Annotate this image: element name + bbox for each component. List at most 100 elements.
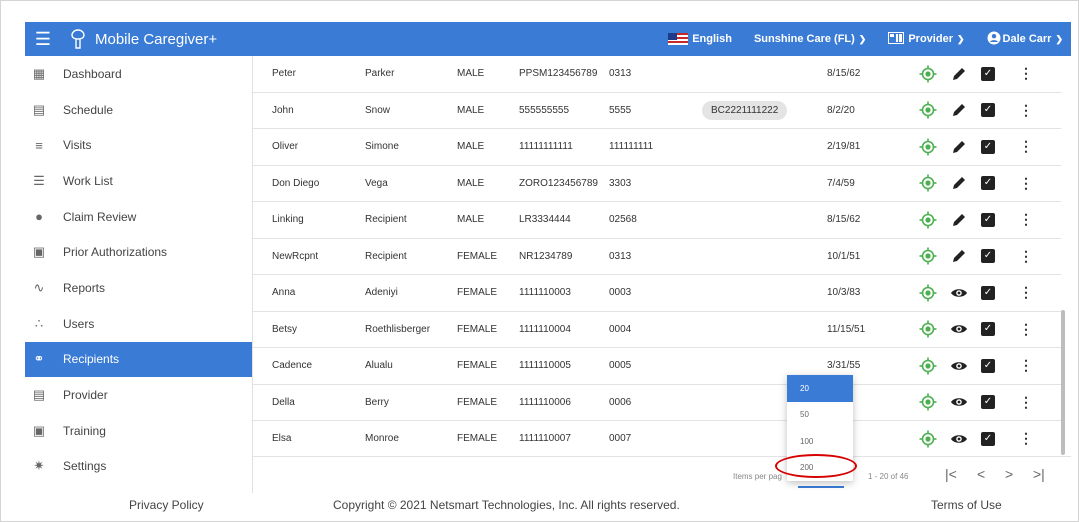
gps-icon[interactable]	[919, 284, 937, 302]
page-size-option[interactable]: 100	[787, 428, 853, 455]
table-row[interactable]: ElsaMonroeFEMALE111111000700079✓⋮	[253, 421, 1061, 456]
table-row[interactable]: Peter Parker MALE PPSM123456789 0313 8/15/62 ✓…	[253, 56, 1061, 93]
alert-icon: ●	[35, 209, 43, 225]
more-vert-icon[interactable]: ⋮	[1019, 248, 1033, 265]
more-vert-icon[interactable]: ⋮	[1019, 357, 1033, 374]
footer: Privacy Policy Copyright © 2021 Netsmart…	[25, 493, 1071, 515]
sidebar-item-training[interactable]: ▣ Training	[25, 413, 252, 449]
table-row[interactable]: Cadence Alualu FEMALE 1111110005 0005 3/31/55…	[253, 348, 1061, 385]
highlight-circle	[775, 454, 857, 478]
more-vert-icon[interactable]: ⋮	[1019, 102, 1033, 119]
table-row[interactable]: Betsy Roethlisberger FEMALE 1111110004 0004 1…	[253, 312, 1061, 348]
sidebar-item-settings[interactable]: ✷ Settings	[25, 449, 252, 485]
pencil-icon[interactable]	[950, 101, 968, 119]
eye-icon[interactable]	[950, 393, 968, 411]
next-page-icon[interactable]: >	[1005, 466, 1013, 482]
terms-of-use-link[interactable]: Terms of Use	[931, 498, 1002, 512]
sidebar-item-visits[interactable]: ≡ Visits	[25, 127, 252, 163]
more-vert-icon[interactable]: ⋮	[1019, 394, 1033, 411]
eye-icon[interactable]	[950, 320, 968, 338]
agency-selector[interactable]: Sunshine Care (FL) ❯	[754, 33, 866, 45]
code-cell: 0003	[609, 287, 632, 299]
gps-icon[interactable]	[919, 101, 937, 119]
gps-icon[interactable]	[919, 174, 937, 192]
checkbox-icon[interactable]: ✓	[981, 249, 995, 264]
sidebar-item-schedule[interactable]: ▤ Schedule	[25, 92, 252, 128]
checkbox-icon[interactable]: ✓	[981, 285, 995, 300]
sidebar-item-label: Dashboard	[63, 66, 122, 81]
eye-icon[interactable]	[950, 357, 968, 375]
sidebar-item-dashboard[interactable]: ▦ Dashboard	[25, 56, 252, 92]
pencil-icon[interactable]	[950, 211, 968, 229]
more-vert-icon[interactable]: ⋮	[1019, 138, 1033, 155]
event-icon: ▣	[32, 244, 46, 260]
last-page-icon[interactable]: >|	[1033, 466, 1045, 482]
gps-icon[interactable]	[919, 138, 937, 156]
checkbox-icon[interactable]: ✓	[981, 358, 995, 373]
gps-icon[interactable]	[919, 430, 937, 448]
copyright-text: Copyright © 2021 Netsmart Technologies, …	[333, 498, 680, 512]
pencil-icon[interactable]	[950, 138, 968, 156]
more-vert-icon[interactable]: ⋮	[1019, 65, 1033, 82]
dashboard-icon: ▦	[32, 65, 46, 81]
items-per-page-select[interactable]	[798, 486, 844, 488]
dob-cell: 7/4/59	[827, 177, 855, 189]
more-vert-icon[interactable]: ⋮	[1019, 430, 1033, 447]
page-size-option[interactable]: 20	[787, 375, 853, 402]
checkbox-icon[interactable]: ✓	[981, 66, 995, 81]
more-vert-icon[interactable]: ⋮	[1019, 175, 1033, 192]
gps-icon[interactable]	[919, 357, 937, 375]
menu-icon[interactable]: ☰	[25, 22, 61, 56]
sidebar-item-label: Recipients	[63, 352, 120, 367]
sidebar-item-recipients[interactable]: ⚭ Recipients	[25, 341, 252, 378]
gps-icon[interactable]	[919, 393, 937, 411]
privacy-policy-link[interactable]: Privacy Policy	[129, 498, 204, 512]
checkbox-icon[interactable]: ✓	[981, 322, 995, 337]
gps-icon[interactable]	[919, 320, 937, 338]
sidebar-item-label: Schedule	[63, 102, 114, 117]
page-range-label: 1 - 20 of 46	[868, 472, 909, 481]
table-row[interactable]: DellaBerryFEMALE1111110006000689✓⋮	[253, 385, 1061, 421]
checkbox-icon[interactable]: ✓	[981, 176, 995, 191]
table-row[interactable]: John Snow MALE 555555555 5555 8/2/20 BC2221111…	[253, 93, 1061, 129]
checkbox-icon[interactable]: ✓	[981, 139, 995, 154]
first-name-cell: Oliver	[272, 141, 299, 153]
user-menu[interactable]: Dale Carr ❯	[987, 31, 1063, 48]
table-row[interactable]: Oliver Simone MALE 11111111111 111111111 2/19…	[253, 129, 1061, 166]
gps-icon[interactable]	[919, 65, 937, 83]
pencil-icon[interactable]	[950, 174, 968, 192]
table-row[interactable]: Anna Adeniyi FEMALE 1111110003 0003 10/3/83 ✓ ⋮	[253, 275, 1061, 312]
previous-page-icon[interactable]: <	[977, 466, 985, 482]
more-vert-icon[interactable]: ⋮	[1019, 284, 1033, 301]
table-row[interactable]: Linking Recipient MALE LR3334444 02568 8/15/6…	[253, 202, 1061, 239]
eye-icon[interactable]	[950, 284, 968, 302]
pencil-icon[interactable]	[950, 65, 968, 83]
sidebar-item-claim-review[interactable]: ● Claim Review	[25, 199, 252, 235]
checkbox-icon[interactable]: ✓	[981, 395, 995, 410]
sidebar-item-reports[interactable]: ∿ Reports	[25, 270, 252, 306]
table-row[interactable]: Don Diego Vega MALE ZORO123456789 3303 7/4/59…	[253, 166, 1061, 202]
gender-cell: MALE	[457, 141, 485, 153]
id-chip[interactable]: BC2221111222	[702, 100, 788, 120]
first-page-icon[interactable]: |<	[945, 466, 957, 482]
eye-icon[interactable]	[950, 430, 968, 448]
more-vert-icon[interactable]: ⋮	[1019, 321, 1033, 338]
sidebar-item-provider[interactable]: ▤ Provider	[25, 377, 252, 413]
role-label: Provider	[908, 33, 953, 45]
sidebar-item-work-list[interactable]: ☰ Work List	[25, 163, 252, 199]
checkbox-icon[interactable]: ✓	[981, 103, 995, 118]
sidebar-item-prior-authorizations[interactable]: ▣ Prior Authorizations	[25, 234, 252, 270]
language-selector[interactable]: English	[668, 33, 732, 45]
checkbox-icon[interactable]: ✓	[981, 431, 995, 446]
first-name-cell: Betsy	[272, 323, 298, 335]
table-row[interactable]: NewRcpnt Recipient FEMALE NR1234789 0313 10/1…	[253, 239, 1061, 275]
checkbox-icon[interactable]: ✓	[981, 212, 995, 227]
pencil-icon[interactable]	[950, 247, 968, 265]
role-selector[interactable]: Provider ❯	[888, 31, 965, 47]
gps-icon[interactable]	[919, 247, 937, 265]
page-size-option[interactable]: 50	[787, 402, 853, 429]
sidebar-item-users[interactable]: ∴ Users	[25, 306, 252, 342]
more-vert-icon[interactable]: ⋮	[1019, 211, 1033, 228]
gps-icon[interactable]	[919, 211, 937, 229]
table-scrollbar[interactable]	[1061, 310, 1065, 455]
